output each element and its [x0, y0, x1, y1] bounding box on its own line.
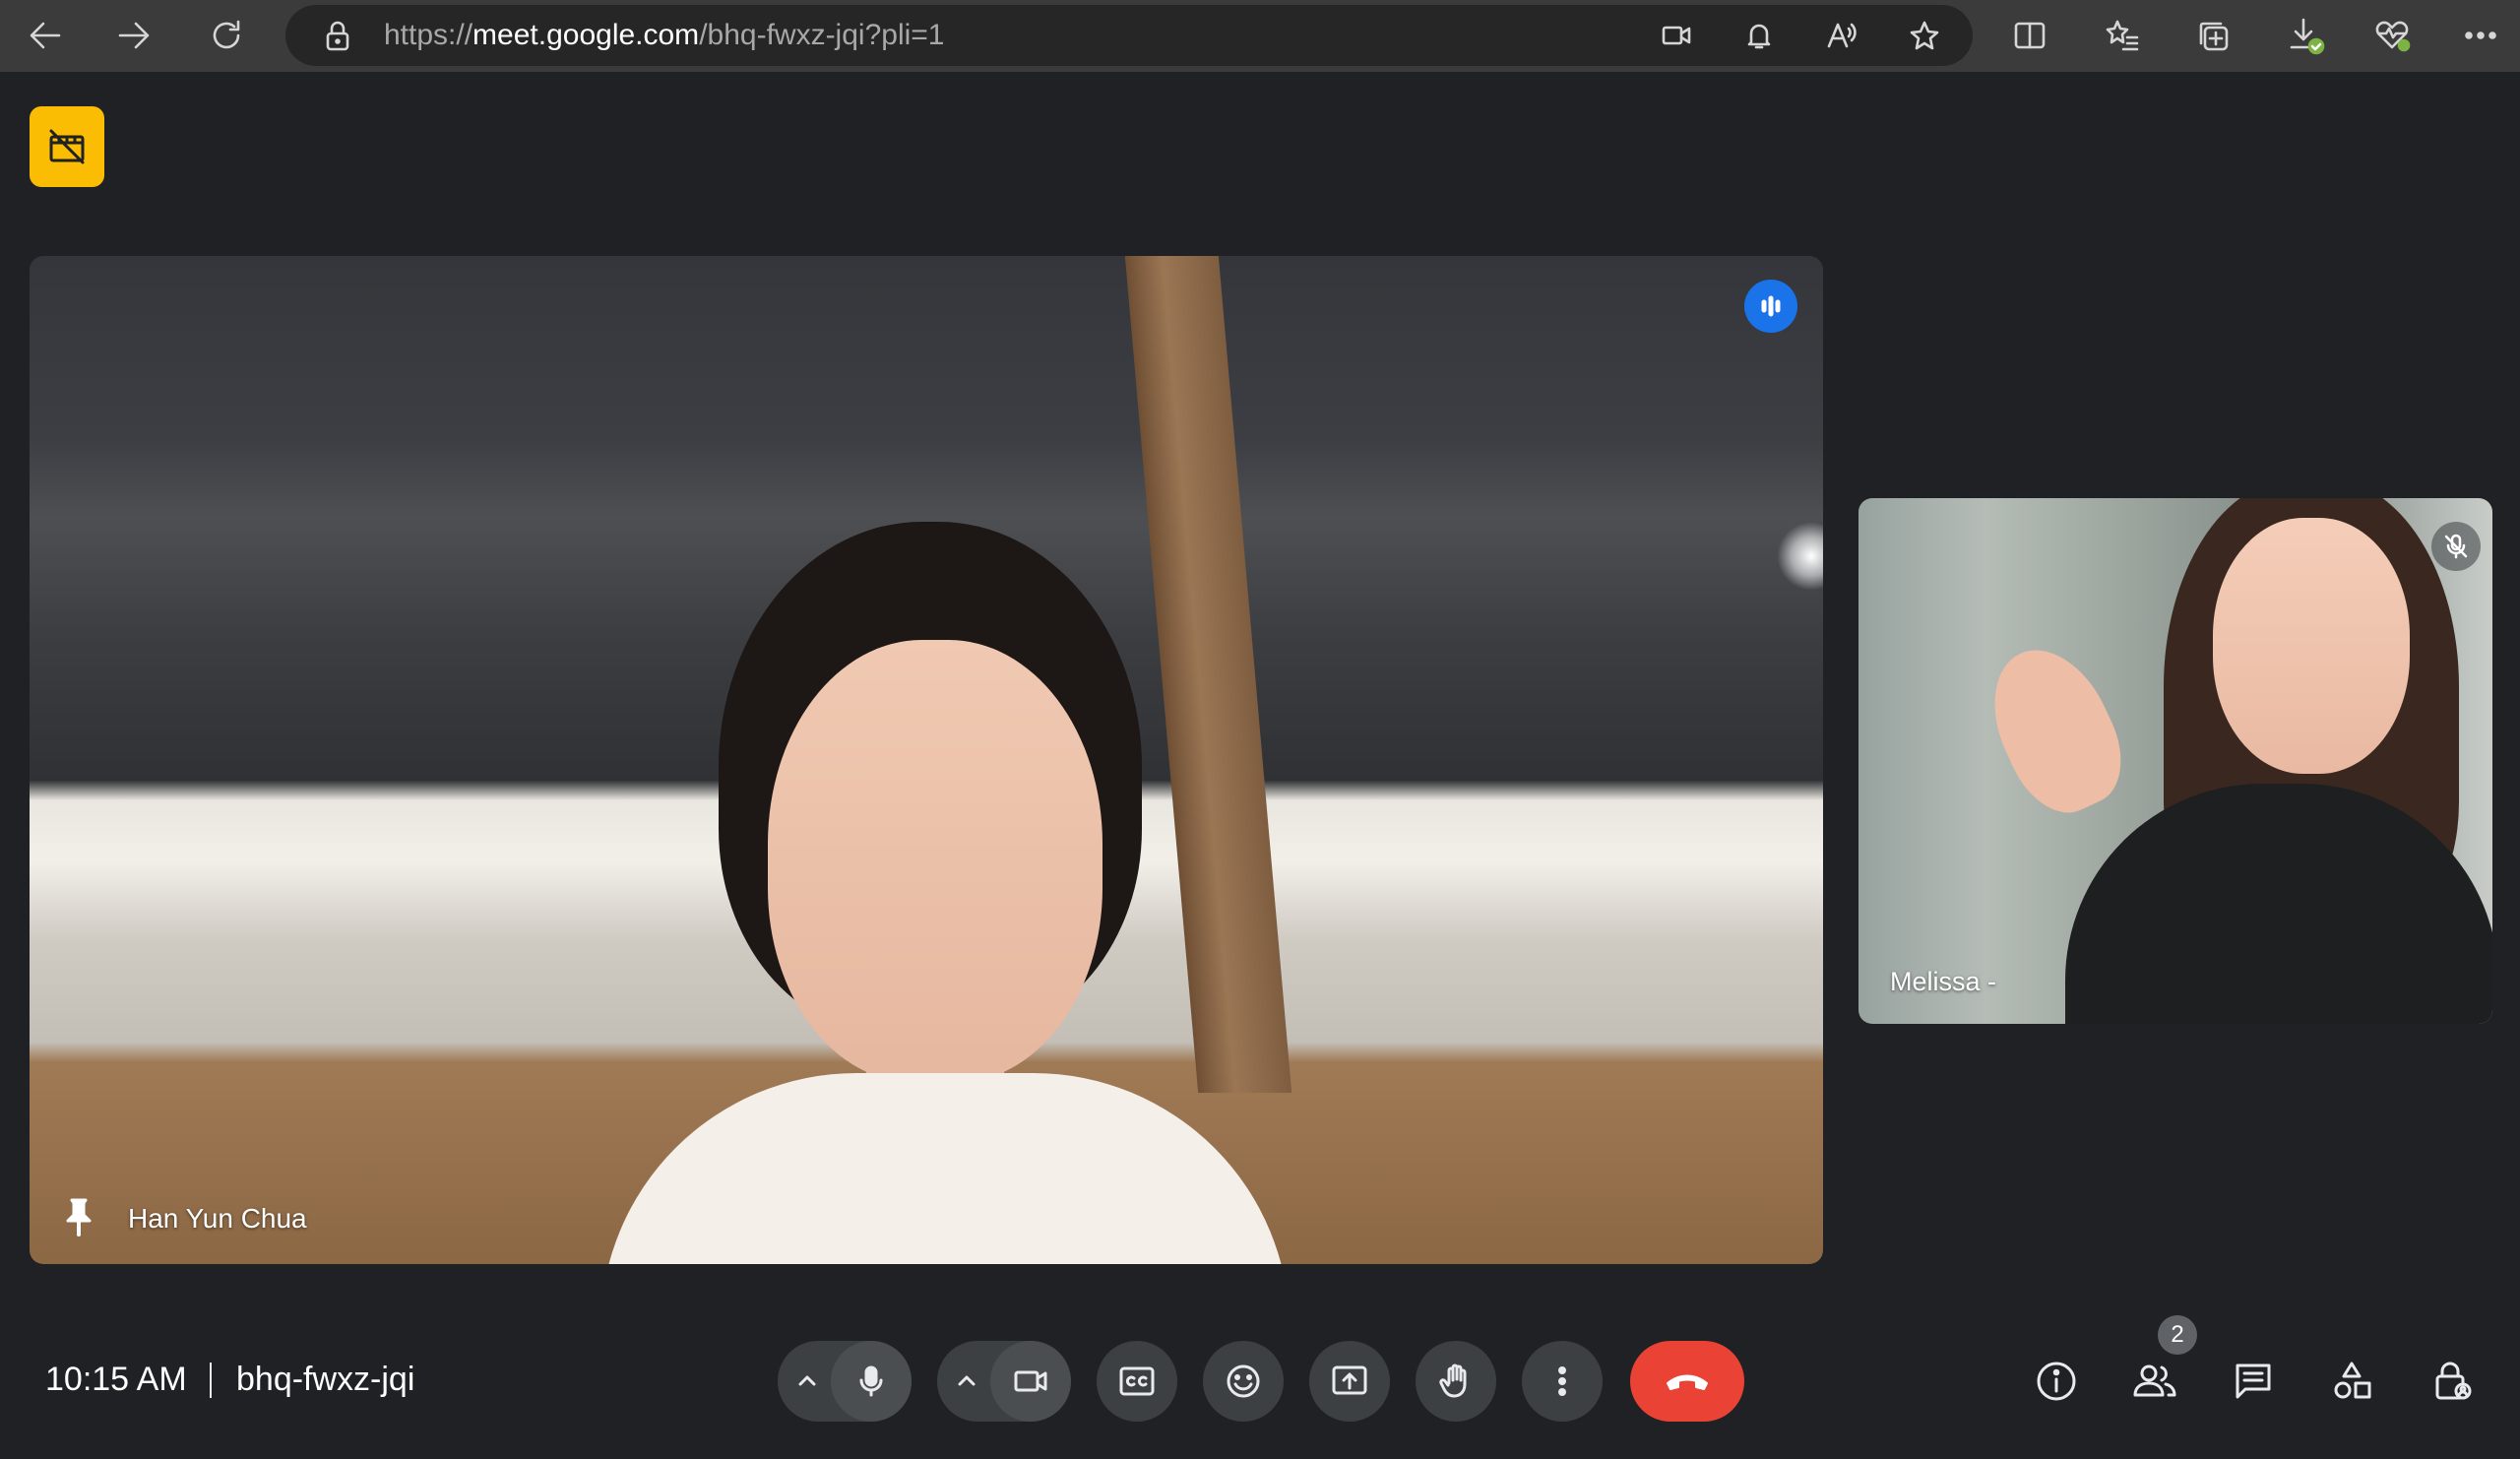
- favorite-star-icon[interactable]: [1906, 17, 1943, 54]
- pin-icon[interactable]: [59, 1196, 98, 1239]
- camera-icon[interactable]: [1658, 17, 1695, 54]
- captions-button[interactable]: [1097, 1341, 1177, 1422]
- leave-call-button[interactable]: [1630, 1341, 1744, 1422]
- raise-hand-button[interactable]: [1416, 1341, 1496, 1422]
- audio-options-chevron-icon[interactable]: [782, 1341, 833, 1422]
- main-video-tile[interactable]: Han Yun Chua: [30, 256, 1823, 1264]
- forward-arrow-icon[interactable]: [112, 14, 156, 57]
- participant-name: Han Yun Chua: [128, 1203, 307, 1234]
- video-feed: [30, 256, 1823, 1264]
- more-options-button[interactable]: [1522, 1341, 1603, 1422]
- split-screen-icon[interactable]: [2008, 14, 2051, 57]
- browser-toolbar: https://meet.google.com/bhq-fwxz-jqi?pli…: [0, 0, 2520, 72]
- people-icon[interactable]: [2122, 1349, 2187, 1414]
- back-arrow-icon[interactable]: [24, 14, 67, 57]
- favorites-icon[interactable]: [2101, 14, 2144, 57]
- microphone-button[interactable]: [831, 1341, 912, 1422]
- read-aloud-icon[interactable]: [1823, 17, 1860, 54]
- video-options-chevron-icon[interactable]: [941, 1341, 992, 1422]
- refresh-icon[interactable]: [205, 14, 248, 57]
- chat-icon[interactable]: [2221, 1349, 2286, 1414]
- lock-icon[interactable]: [321, 19, 354, 52]
- url-text[interactable]: https://meet.google.com/bhq-fwxz-jqi?pli…: [384, 19, 944, 52]
- meeting-details-icon[interactable]: [2024, 1349, 2089, 1414]
- emoji-reactions-button[interactable]: [1203, 1341, 1284, 1422]
- activities-icon[interactable]: [2319, 1349, 2384, 1414]
- address-bar[interactable]: https://meet.google.com/bhq-fwxz-jqi?pli…: [285, 5, 1973, 66]
- recording-off-icon[interactable]: [30, 106, 104, 187]
- side-video-tile[interactable]: Melissa -: [1858, 498, 2492, 1024]
- participant-count-badge: 2: [2158, 1315, 2197, 1355]
- divider: [210, 1363, 212, 1398]
- more-icon[interactable]: [2459, 14, 2502, 57]
- participant-name: Melissa -: [1890, 967, 1997, 996]
- meeting-time: 10:15 AM: [45, 1361, 187, 1398]
- bell-icon[interactable]: [1740, 17, 1778, 54]
- camera-button[interactable]: [990, 1341, 1071, 1422]
- speaking-indicator-icon: [1744, 280, 1797, 333]
- host-controls-icon[interactable]: [2420, 1349, 2485, 1414]
- browser-essentials-icon[interactable]: [2370, 14, 2414, 57]
- downloads-icon[interactable]: [2284, 14, 2327, 57]
- meeting-code: bhq-fwxz-jqi: [236, 1361, 415, 1398]
- mic-off-icon: [2431, 522, 2481, 571]
- collections-icon[interactable]: [2191, 14, 2235, 57]
- video-feed: [1858, 498, 2492, 1024]
- present-screen-button[interactable]: [1309, 1341, 1390, 1422]
